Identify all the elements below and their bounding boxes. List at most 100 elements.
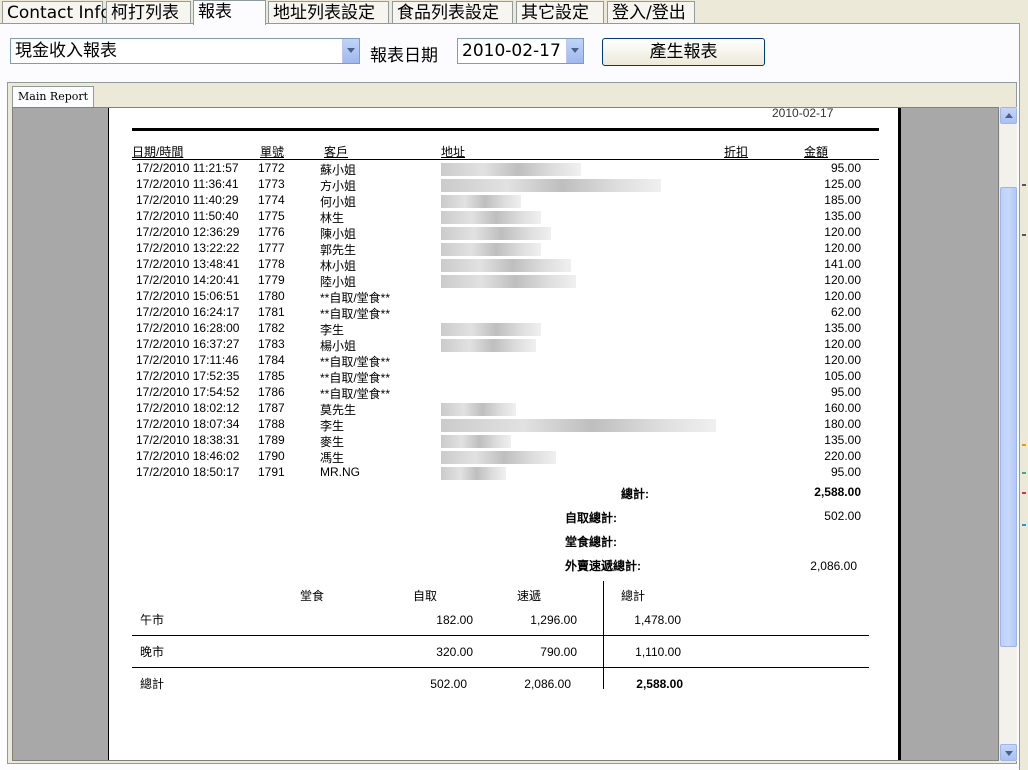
scroll-down-arrow-icon[interactable]	[1000, 744, 1017, 761]
row-customer: 何小姐	[320, 195, 357, 209]
row-no: 1790	[258, 449, 285, 463]
summary-header-total: 總計	[621, 589, 646, 603]
col-header-amount: 金額	[804, 145, 829, 159]
redacted-address	[441, 179, 661, 192]
row-no: 1778	[258, 257, 285, 271]
row-customer: 李生	[320, 419, 345, 433]
tab-address-settings[interactable]: 地址列表設定	[268, 1, 389, 23]
tab-login-logout[interactable]: 登入/登出	[607, 1, 695, 23]
row-datetime: 17/2/2010 18:02:12	[136, 401, 240, 415]
edge-mark	[1022, 444, 1026, 446]
row-customer: **自取/堂食**	[320, 371, 391, 385]
summary-row-label: 晚市	[140, 645, 165, 659]
chevron-down-icon[interactable]	[566, 39, 583, 63]
summary-cell: 182.00	[436, 613, 473, 627]
redacted-address	[441, 275, 576, 288]
row-amount: 95.00	[830, 385, 861, 399]
summary-row-label: 午市	[140, 613, 165, 627]
row-customer: 楊小姐	[320, 339, 357, 353]
row-amount: 120.00	[824, 273, 861, 287]
row-customer: 陸小姐	[320, 275, 357, 289]
col-header-discount: 折扣	[724, 145, 749, 159]
row-datetime: 17/2/2010 14:20:41	[136, 273, 240, 287]
summary-cell: 790.00	[540, 645, 577, 659]
row-no: 1772	[258, 161, 285, 175]
chevron-down-icon[interactable]	[342, 39, 359, 63]
redacted-address	[441, 419, 716, 432]
tab-other-settings[interactable]: 其它設定	[516, 1, 604, 23]
report-date-picker[interactable]: 2010-02-17	[457, 38, 584, 64]
tab-order-list[interactable]: 柯打列表	[106, 1, 191, 23]
row-amount: 135.00	[824, 209, 861, 223]
redacted-address	[441, 163, 581, 176]
row-amount: 120.00	[824, 289, 861, 303]
row-amount: 95.00	[830, 465, 861, 479]
summary-row-label: 總計	[140, 677, 165, 691]
redacted-address	[441, 211, 541, 224]
row-no: 1788	[258, 417, 285, 431]
row-amount: 125.00	[824, 177, 861, 191]
tab-food-settings[interactable]: 食品列表設定	[392, 1, 513, 23]
row-amount: 141.00	[824, 257, 861, 271]
vertical-scrollbar[interactable]	[1000, 107, 1017, 761]
row-datetime: 17/2/2010 18:38:31	[136, 433, 240, 447]
row-amount: 120.00	[824, 353, 861, 367]
row-customer: 林小姐	[320, 259, 357, 273]
col-header-address: 地址	[441, 145, 466, 159]
row-no: 1773	[258, 177, 285, 191]
row-datetime: 17/2/2010 17:11:46	[136, 353, 239, 367]
redacted-address	[441, 323, 541, 336]
row-datetime: 17/2/2010 17:52:35	[136, 369, 240, 383]
row-customer: **自取/堂食**	[320, 355, 391, 369]
scroll-up-arrow-icon[interactable]	[1000, 107, 1017, 124]
dinein-total-label: 堂食總計:	[565, 535, 617, 549]
row-amount: 135.00	[824, 433, 861, 447]
row-no: 1784	[258, 353, 285, 367]
summary-cell: 1,110.00	[635, 645, 681, 659]
row-datetime: 17/2/2010 16:24:17	[136, 305, 240, 319]
report-type-select[interactable]: 現金收入報表	[10, 38, 360, 64]
row-datetime: 17/2/2010 12:36:29	[136, 225, 240, 239]
row-amount: 95.00	[830, 161, 861, 175]
scroll-thumb[interactable]	[1000, 187, 1017, 647]
report-date-value: 2010-02-17	[462, 41, 561, 61]
row-amount: 185.00	[824, 193, 861, 207]
row-no: 1786	[258, 385, 285, 399]
row-amount: 62.00	[830, 305, 861, 319]
row-datetime: 17/2/2010 13:48:41	[136, 257, 240, 271]
row-customer: 蘇小姐	[320, 163, 357, 177]
redacted-address	[441, 403, 516, 416]
summary-cell: 2,588.00	[636, 677, 683, 691]
row-amount: 160.00	[824, 401, 861, 415]
row-datetime: 17/2/2010 15:06:51	[136, 289, 240, 303]
redacted-address	[441, 435, 511, 448]
tab-strip: Contact Info 柯打列表 報表 地址列表設定 食品列表設定 其它設定 …	[0, 0, 1028, 25]
delivery-total-label: 外賣速遞總計:	[565, 559, 641, 573]
generate-report-button[interactable]: 產生報表	[602, 38, 765, 66]
summary-header-dinein: 堂食	[300, 589, 325, 603]
row-customer: 郭先生	[320, 243, 357, 257]
edge-mark	[1022, 184, 1026, 186]
row-datetime: 17/2/2010 11:40:29	[136, 193, 239, 207]
row-no: 1777	[258, 241, 285, 255]
row-customer: 馮生	[320, 451, 345, 465]
row-datetime: 17/2/2010 18:46:02	[136, 449, 240, 463]
summary-header-delivery: 速遞	[517, 589, 542, 603]
header-rule	[132, 128, 879, 131]
row-customer: 麥生	[320, 435, 345, 449]
row-datetime: 17/2/2010 16:28:00	[136, 321, 240, 335]
tab-reports[interactable]: 報表	[193, 0, 266, 25]
summary-cell: 2,086.00	[524, 677, 571, 691]
col-header-datetime: 日期/時間	[132, 145, 184, 159]
row-customer: 方小姐	[320, 179, 357, 193]
col-header-customer: 客戶	[324, 145, 349, 159]
row-customer: MR.NG	[320, 465, 360, 479]
tab-main-report[interactable]: Main Report	[12, 86, 95, 107]
row-amount: 135.00	[824, 321, 861, 335]
redacted-address	[441, 227, 551, 240]
report-canvas: 2010-02-17 日期/時間 單號 客戶 地址 折扣 金額 17/2/201…	[12, 107, 999, 761]
row-customer: **自取/堂食**	[320, 307, 391, 321]
summary-rule	[132, 635, 869, 636]
row-amount: 105.00	[824, 369, 861, 383]
tab-contact-info[interactable]: Contact Info	[2, 1, 111, 23]
